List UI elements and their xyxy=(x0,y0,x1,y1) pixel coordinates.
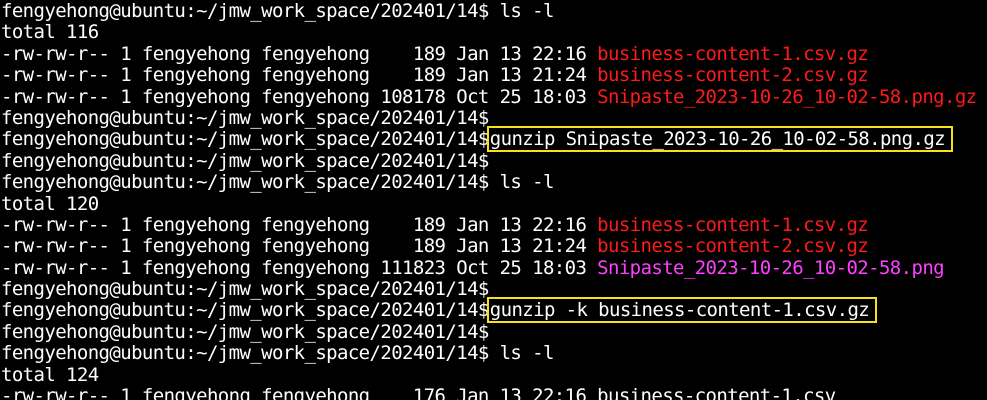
terminal-line: total 120 xyxy=(0,192,987,215)
terminal-line: fengyehong@ubuntu:~/jmw_work_space/20240… xyxy=(0,0,987,22)
terminal-line: total 124 xyxy=(0,363,987,386)
terminal-line: fengyehong@ubuntu:~/jmw_work_space/20240… xyxy=(0,126,987,153)
terminal-line: fengyehong@ubuntu:~/jmw_work_space/20240… xyxy=(0,343,987,364)
file-metadata: -rw-rw-r-- 1 fengyehong fengyehong 11182… xyxy=(1,256,598,279)
total-text: total 116 xyxy=(1,21,99,44)
file-metadata: -rw-rw-r-- 1 fengyehong fengyehong 10817… xyxy=(1,85,598,108)
file-name-archive: business-content-1.csv.gz xyxy=(597,42,869,65)
file-listing-row: -rw-rw-r-- 1 fengyehong fengyehong 10817… xyxy=(0,85,987,108)
file-name-regular: business-content-1.csv xyxy=(597,385,836,400)
file-listing-row: -rw-rw-r-- 1 fengyehong fengyehong 11182… xyxy=(0,256,987,279)
file-listing-row: -rw-rw-r-- 1 fengyehong fengyehong 189 J… xyxy=(0,213,987,236)
file-metadata: -rw-rw-r-- 1 fengyehong fengyehong 189 J… xyxy=(1,213,598,236)
terminal-line: total 116 xyxy=(0,22,987,43)
file-name-archive: business-content-1.csv.gz xyxy=(597,213,869,236)
command-text: ls -l xyxy=(499,171,555,194)
shell-prompt: fengyehong@ubuntu:~/jmw_work_space/20240… xyxy=(1,171,500,194)
file-listing-row: -rw-rw-r-- 1 fengyehong fengyehong 189 J… xyxy=(0,64,987,87)
shell-prompt: fengyehong@ubuntu:~/jmw_work_space/20240… xyxy=(1,342,500,365)
shell-prompt: fengyehong@ubuntu:~/jmw_work_space/20240… xyxy=(1,299,489,322)
total-text: total 120 xyxy=(1,192,99,215)
shell-prompt: fengyehong@ubuntu:~/jmw_work_space/20240… xyxy=(1,128,489,151)
shell-prompt: fengyehong@ubuntu:~/jmw_work_space/20240… xyxy=(1,320,489,343)
file-metadata: -rw-rw-r-- 1 fengyehong fengyehong 189 J… xyxy=(1,235,598,258)
shell-prompt: fengyehong@ubuntu:~/jmw_work_space/20240… xyxy=(1,0,500,22)
terminal-line: fengyehong@ubuntu:~/jmw_work_space/20240… xyxy=(0,320,987,343)
terminal-line: fengyehong@ubuntu:~/jmw_work_space/20240… xyxy=(0,149,987,172)
command-text: ls -l xyxy=(499,0,555,22)
file-metadata: -rw-rw-r-- 1 fengyehong fengyehong 176 J… xyxy=(1,385,598,400)
highlighted-command: gunzip Snipaste_2023-10-26_10-02-58.png.… xyxy=(486,126,954,153)
shell-prompt: fengyehong@ubuntu:~/jmw_work_space/20240… xyxy=(1,278,489,301)
file-name-archive: business-content-2.csv.gz xyxy=(597,64,869,87)
terminal-line: fengyehong@ubuntu:~/jmw_work_space/20240… xyxy=(0,106,987,129)
command-text: ls -l xyxy=(499,342,555,365)
total-text: total 124 xyxy=(1,363,99,386)
file-metadata: -rw-rw-r-- 1 fengyehong fengyehong 189 J… xyxy=(1,64,598,87)
shell-prompt: fengyehong@ubuntu:~/jmw_work_space/20240… xyxy=(1,106,489,129)
terminal-line: fengyehong@ubuntu:~/jmw_work_space/20240… xyxy=(0,171,987,194)
highlighted-command: gunzip -k business-content-1.csv.gz xyxy=(486,297,878,324)
terminal-window[interactable]: fengyehong@ubuntu:~/jmw_work_space/20240… xyxy=(0,0,987,400)
file-listing-row: -rw-rw-r-- 1 fengyehong fengyehong 189 J… xyxy=(0,42,987,65)
shell-prompt: fengyehong@ubuntu:~/jmw_work_space/20240… xyxy=(1,149,489,172)
terminal-line: fengyehong@ubuntu:~/jmw_work_space/20240… xyxy=(0,297,987,324)
file-metadata: -rw-rw-r-- 1 fengyehong fengyehong 189 J… xyxy=(1,42,598,65)
file-listing-row: -rw-rw-r-- 1 fengyehong fengyehong 176 J… xyxy=(0,385,987,400)
terminal-line: fengyehong@ubuntu:~/jmw_work_space/20240… xyxy=(0,278,987,301)
file-name-archive: business-content-2.csv.gz xyxy=(597,235,869,258)
file-name-archive: Snipaste_2023-10-26_10-02-58.png.gz xyxy=(597,85,977,108)
file-name-image: Snipaste_2023-10-26_10-02-58.png xyxy=(597,256,945,279)
file-listing-row: -rw-rw-r-- 1 fengyehong fengyehong 189 J… xyxy=(0,236,987,257)
